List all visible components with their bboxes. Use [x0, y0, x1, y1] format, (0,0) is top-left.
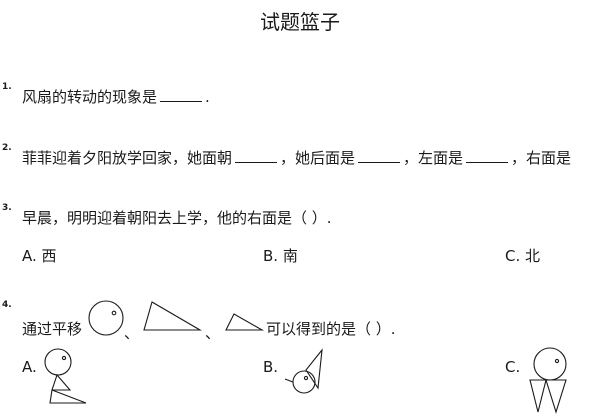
question-number-1: 1.: [2, 82, 12, 92]
large-triangle-figure: [143, 301, 203, 331]
option-b[interactable]: B.: [263, 358, 278, 376]
option-c-figure[interactable]: [524, 346, 576, 414]
option-a[interactable]: A. 西: [22, 245, 57, 266]
option-c[interactable]: C.: [505, 358, 520, 376]
question-number-3: 3.: [2, 203, 12, 213]
question-2-text-3: ，左面是: [403, 149, 464, 167]
question-number-4: 4.: [2, 300, 12, 310]
answer-blank[interactable]: [358, 150, 401, 163]
answer-blank[interactable]: [160, 89, 203, 102]
question-1-end: .: [205, 88, 210, 106]
small-triangle-figure: [225, 313, 265, 331]
option-b[interactable]: B. 南: [263, 245, 298, 266]
option-c[interactable]: C. 北: [505, 245, 540, 266]
question-2: 菲菲迎着夕阳放学回家，她面朝 ，她后面是 ，左面是 ，右面是: [22, 147, 571, 168]
separator-1: 、: [124, 324, 140, 342]
option-a-figure[interactable]: [40, 345, 90, 411]
question-2-text-1: 菲菲迎着夕阳放学回家，她面朝: [22, 149, 233, 167]
question-1-text: 风扇的转动的现象是: [22, 88, 158, 106]
answer-blank[interactable]: [235, 150, 278, 163]
question-2-text-4: ，右面是: [511, 149, 572, 167]
question-number-2: 2.: [2, 143, 12, 153]
question-1: 风扇的转动的现象是.: [22, 86, 210, 107]
question-3-text: 早晨，明明迎着朝阳去上学，他的右面是（ ）.: [22, 209, 332, 227]
separator-2: 、: [205, 324, 221, 342]
question-4-prefix: 通过平移: [22, 320, 83, 338]
question-4-suffix: 可以得到的是（ ）.: [266, 320, 396, 338]
question-2-text-2: ，她后面是: [280, 149, 356, 167]
page-title: 试题篮子: [260, 10, 340, 34]
option-a[interactable]: A.: [22, 358, 37, 376]
option-b-figure[interactable]: [282, 346, 328, 396]
answer-blank[interactable]: [466, 150, 509, 163]
